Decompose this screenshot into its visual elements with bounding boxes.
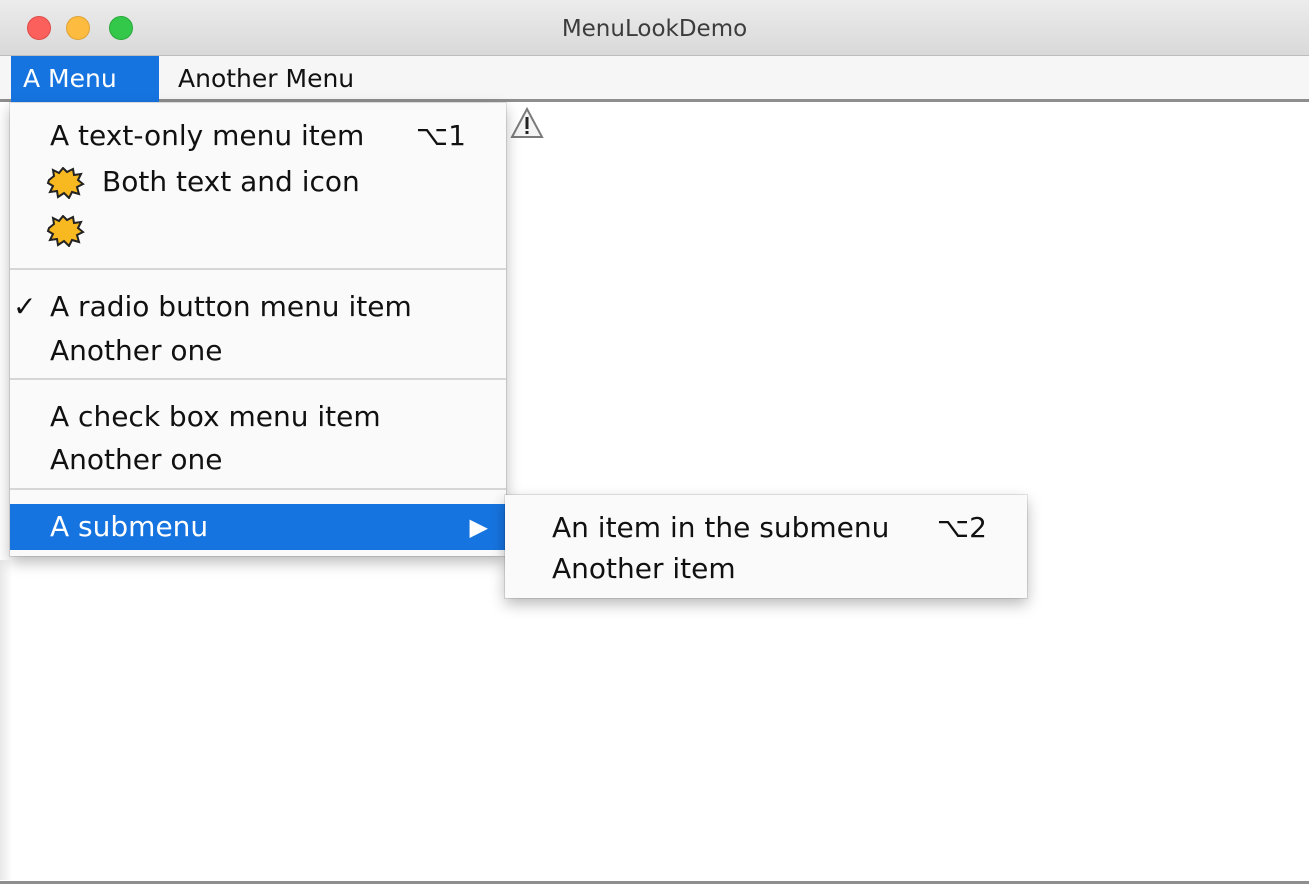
menu-item-radio-another-one[interactable]: Another one [10, 328, 506, 374]
menu-item-label: A text-only menu item [50, 119, 365, 152]
checkmark-icon: ✓ [13, 290, 37, 323]
submenu-item-first[interactable]: An item in the submenu ⌥2 [505, 505, 1027, 551]
starburst-icon [46, 167, 85, 199]
menu-item-label: An item in the submenu [552, 511, 890, 544]
menu-item-text-only[interactable]: A text-only menu item ⌥1 [10, 113, 506, 159]
bottom-border [0, 881, 1309, 884]
menu-item-label: A check box menu item [50, 400, 381, 433]
menu-item-label: Another one [50, 443, 223, 476]
menu-item-label: Another one [50, 334, 223, 367]
submenu-item-another-item[interactable]: Another item [505, 546, 1027, 592]
menu-item-label: A submenu [50, 510, 209, 543]
warning-icon [510, 106, 544, 138]
window-title: MenuLookDemo [561, 16, 748, 42]
menu-item-label: Another item [552, 552, 736, 585]
menu-item-check-box[interactable]: A check box menu item [10, 394, 506, 440]
menu-separator [10, 378, 506, 380]
menu-separator [10, 268, 506, 270]
menu-item-icon-only[interactable] [10, 207, 506, 253]
starburst-icon [46, 215, 85, 247]
shortcut-label: ⌥2 [936, 511, 987, 544]
a-menu-popup: A text-only menu item ⌥1 Both text and i… [10, 103, 506, 556]
menu-item-label: A radio button menu item [50, 290, 412, 323]
menu-item-submenu[interactable]: A submenu ▶ [10, 504, 506, 550]
app-window: MenuLookDemo A Menu Another Menu A text-… [0, 0, 1309, 888]
title-bar: MenuLookDemo [0, 0, 1309, 56]
menu-item-radio-button[interactable]: ✓ A radio button menu item [10, 284, 506, 330]
left-edge-shade [0, 560, 12, 880]
menu-item-check-another-one[interactable]: Another one [10, 437, 506, 483]
shortcut-label: ⌥1 [415, 119, 466, 152]
menu-item-text-and-icon[interactable]: Both text and icon [10, 159, 506, 205]
submenu-arrow-icon: ▶ [469, 513, 488, 541]
menu-separator [10, 488, 506, 490]
menu-item-label: Both text and icon [102, 165, 360, 198]
menu-bar: A Menu Another Menu [0, 56, 1309, 102]
submenu-popup: An item in the submenu ⌥2 Another item [505, 495, 1027, 598]
menu-another-menu[interactable]: Another Menu [166, 56, 366, 102]
menu-a-menu[interactable]: A Menu [11, 56, 159, 102]
